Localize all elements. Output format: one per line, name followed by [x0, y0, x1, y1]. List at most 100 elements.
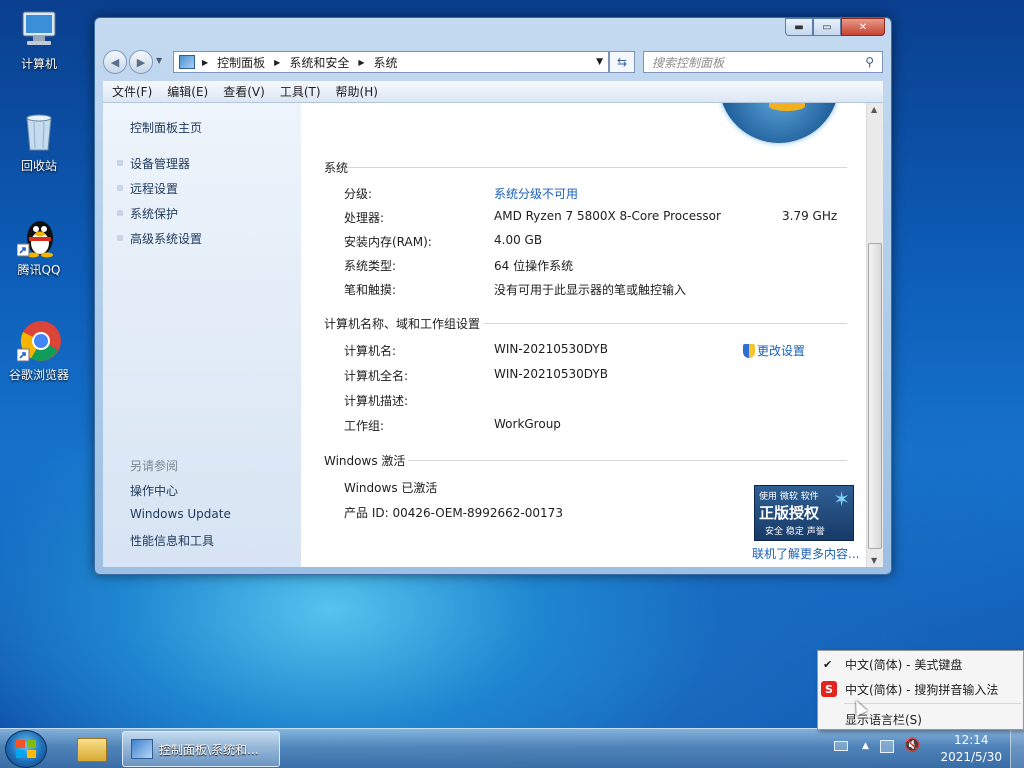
remote-settings-link[interactable]: 远程设置	[130, 180, 178, 197]
sogou-icon: S	[821, 681, 837, 697]
language-option-label: 中文(简体) - 美式键盘	[845, 657, 963, 672]
system-window: ▬ ▭ ✕ ◀ ▶ ▼ ▶ 控制面板 ▶ 系统和安全 ▶ 系统 ▼ ⇆ 搜索控制…	[94, 17, 892, 575]
system-protection-link[interactable]: 系统保护	[130, 205, 178, 222]
menu-bar: 文件(F) 编辑(E) 查看(V) 工具(T) 帮助(H)	[103, 81, 883, 103]
ram-label: 安装内存(RAM):	[344, 235, 432, 249]
full-name-value: WIN-20210530DYB	[494, 367, 608, 381]
desktop-icon-computer[interactable]: 计算机	[4, 8, 74, 72]
refresh-icon: ⇆	[616, 55, 628, 69]
action-center-link[interactable]: 操作中心	[130, 482, 178, 499]
desktop-icon-label: 回收站	[20, 159, 57, 173]
start-button[interactable]	[5, 730, 47, 768]
badge-sub-text: 安全 稳定 声誉	[765, 527, 825, 537]
bullet-icon	[117, 160, 123, 166]
maximize-button[interactable]: ▭	[813, 18, 841, 36]
desktop-icon-label: 腾讯QQ	[17, 263, 61, 277]
language-option-us-keyboard[interactable]: ✔ 中文(简体) - 美式键盘	[818, 653, 1024, 675]
windows-start-logo-icon	[16, 740, 36, 758]
system-section-title: 系统	[324, 161, 349, 175]
breadcrumb-system[interactable]: 系统	[374, 54, 398, 71]
taskbar-control-panel-button[interactable]: 控制面板\系统和...	[122, 731, 280, 767]
network-icon[interactable]	[880, 740, 894, 753]
control-panel-home-link[interactable]: 控制面板主页	[130, 119, 202, 136]
chrome-icon	[16, 319, 61, 363]
rating-value-link[interactable]: 系统分级不可用	[494, 185, 578, 202]
scroll-down-arrow-icon[interactable]: ▼	[871, 556, 877, 565]
pen-touch-label: 笔和触摸:	[344, 283, 397, 297]
recent-pages-dropdown[interactable]: ▼	[156, 56, 162, 65]
show-language-bar-option[interactable]: 显示语言栏(S)	[818, 708, 1024, 730]
menu-edit[interactable]: 编辑(E)	[167, 83, 208, 100]
window-content: 控制面板主页 设备管理器 远程设置 系统保护 高级系统设置 另请参阅 操作中心 …	[103, 103, 883, 567]
change-settings-link[interactable]: 更改设置	[743, 342, 805, 359]
taskbar: 控制面板\系统和... ▲ 🔇 12:14 2021/5/30	[0, 728, 1024, 768]
address-dropdown-icon[interactable]: ▼	[596, 57, 603, 67]
desktop-icon-chrome[interactable]: 谷歌浏览器	[4, 319, 74, 383]
search-icon: ⚲	[865, 55, 874, 69]
breadcrumb-separator-icon: ▶	[274, 57, 281, 67]
breadcrumb-control-panel[interactable]: 控制面板	[217, 54, 265, 71]
menu-view[interactable]: 查看(V)	[223, 83, 265, 100]
breadcrumb-separator-icon: ▶	[358, 57, 365, 67]
scroll-up-arrow-icon[interactable]: ▲	[871, 105, 877, 114]
show-desktop-button[interactable]	[1010, 729, 1024, 768]
language-option-label: 中文(简体) - 搜狗拼音输入法	[845, 682, 999, 697]
processor-speed: 3.79 GHz	[782, 209, 838, 223]
forward-button[interactable]: ▶	[129, 50, 153, 74]
show-hidden-icons-arrow-icon[interactable]: ▲	[862, 741, 869, 751]
main-details-pane: 系统 分级: 系统分级不可用 处理器: AMD Ryzen 7 5800X 8-…	[301, 103, 865, 567]
description-label: 计算机描述:	[344, 394, 409, 408]
change-settings-label: 更改设置	[757, 344, 806, 358]
taskbar-explorer-button[interactable]	[68, 731, 114, 767]
vertical-scrollbar[interactable]: ▲ ▼	[866, 103, 883, 567]
computer-name-label: 计算机名:	[344, 344, 397, 358]
device-manager-link[interactable]: 设备管理器	[130, 155, 190, 172]
uac-shield-icon	[743, 343, 755, 358]
advanced-settings-link[interactable]: 高级系统设置	[130, 230, 202, 247]
breadcrumb-system-security[interactable]: 系统和安全	[289, 54, 349, 71]
clock-time: 12:14	[953, 733, 989, 747]
activation-section-title: Windows 激活	[324, 454, 406, 468]
activation-status: Windows 已激活	[344, 481, 438, 495]
search-placeholder: 搜索控制面板	[652, 55, 725, 70]
forward-arrow-icon: ▶	[136, 55, 146, 69]
navigation-bar: ◀ ▶ ▼ ▶ 控制面板 ▶ 系统和安全 ▶ 系统 ▼ ⇆ 搜索控制面板 ⚲	[103, 50, 883, 74]
minimize-button[interactable]: ▬	[785, 18, 813, 36]
clock[interactable]: 12:14 2021/5/30	[940, 732, 1002, 766]
desktop-icon-label: 计算机	[20, 57, 57, 71]
ram-value: 4.00 GB	[494, 233, 543, 247]
bullet-icon	[117, 185, 123, 191]
language-option-sogou[interactable]: S 中文(简体) - 搜狗拼音输入法	[818, 678, 1024, 700]
back-button[interactable]: ◀	[103, 50, 127, 74]
section-divider	[408, 460, 847, 461]
computer-name-value: WIN-20210530DYB	[494, 342, 608, 356]
menu-help[interactable]: 帮助(H)	[336, 83, 378, 100]
keyboard-icon[interactable]	[834, 741, 848, 751]
learn-more-link[interactable]: 联机了解更多内容...	[752, 545, 859, 562]
desktop-icon-recycle-bin[interactable]: 回收站	[4, 110, 74, 174]
menu-tools[interactable]: 工具(T)	[280, 83, 321, 100]
refresh-button[interactable]: ⇆	[609, 51, 635, 73]
pen-touch-value: 没有可用于此显示器的笔或触控输入	[494, 283, 687, 297]
menu-separator	[844, 703, 1021, 704]
menu-file[interactable]: 文件(F)	[112, 83, 152, 100]
window-controls: ▬ ▭ ✕	[785, 18, 885, 36]
badge-top-text: 使用 微软 软件	[759, 492, 819, 502]
address-bar[interactable]: ▶ 控制面板 ▶ 系统和安全 ▶ 系统 ▼	[173, 51, 609, 73]
processor-label: 处理器:	[344, 211, 385, 225]
windows-update-link[interactable]: Windows Update	[130, 507, 231, 521]
taskbar-item-label: 控制面板\系统和...	[159, 742, 259, 757]
volume-muted-icon[interactable]: 🔇	[904, 738, 920, 753]
close-button[interactable]: ✕	[841, 18, 885, 36]
performance-tools-link[interactable]: 性能信息和工具	[130, 532, 214, 549]
section-divider	[348, 167, 847, 168]
scrollbar-thumb[interactable]	[868, 243, 882, 549]
checkmark-icon: ✔	[823, 657, 833, 671]
language-menu-popup: ✔ 中文(简体) - 美式键盘 S 中文(简体) - 搜狗拼音输入法 显示语言栏…	[817, 650, 1024, 730]
desktop-icon-qq[interactable]: 腾讯QQ	[4, 214, 74, 278]
breadcrumb-separator-icon: ▶	[202, 57, 209, 67]
system-type-label: 系统类型:	[344, 259, 397, 273]
badge-main-text: 正版授权	[759, 504, 820, 522]
section-divider	[484, 323, 847, 324]
search-input[interactable]: 搜索控制面板 ⚲	[643, 51, 883, 73]
